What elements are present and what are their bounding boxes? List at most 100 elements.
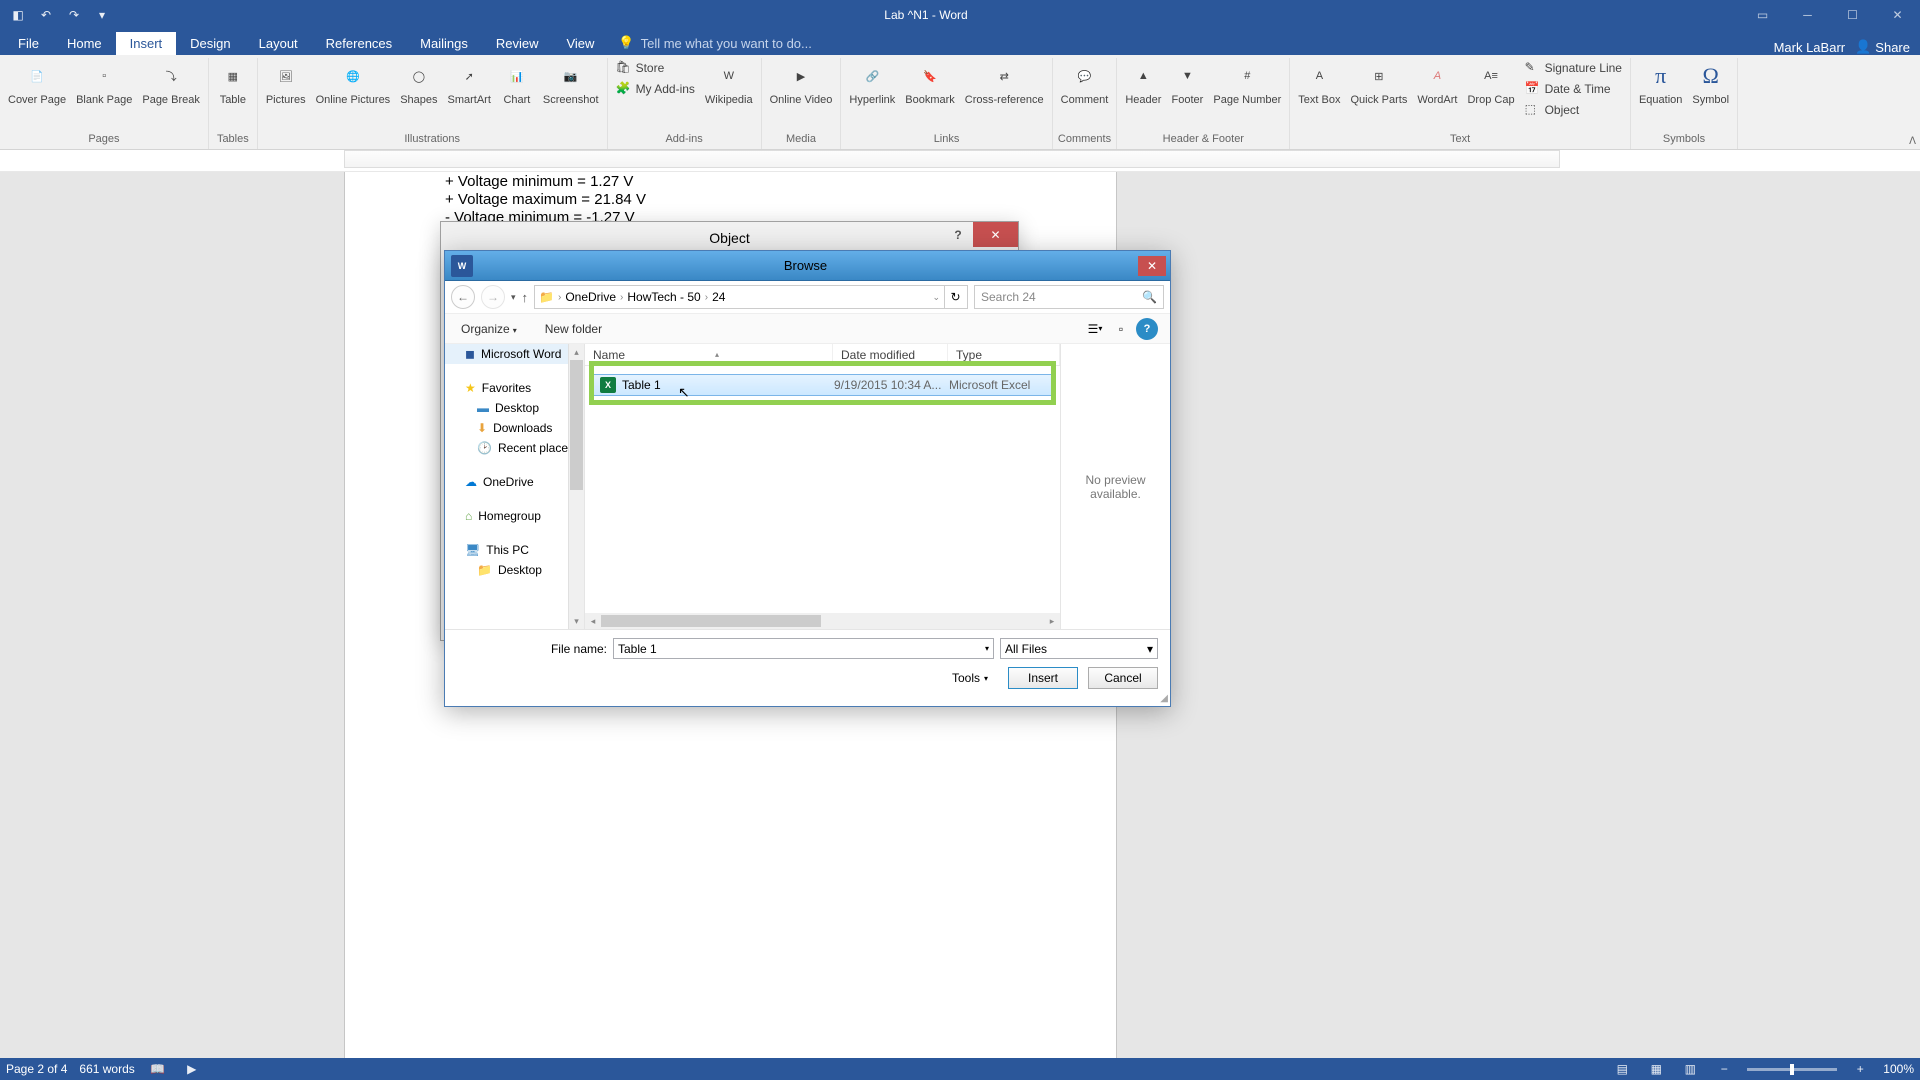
user-name[interactable]: Mark LaBarr: [1774, 40, 1846, 55]
file-list-hscroll[interactable]: ◂ ▸: [585, 613, 1060, 629]
file-row-table1[interactable]: XTable 1 9/19/2015 10:34 A... Microsoft …: [593, 374, 1052, 396]
nav-word[interactable]: ◼Microsoft Word: [445, 344, 584, 364]
my-addins-button[interactable]: 🧩My Add-ins: [612, 79, 699, 99]
close-window-button[interactable]: ✕: [1875, 0, 1920, 30]
nav-desktop[interactable]: ▬Desktop: [445, 398, 584, 418]
page-indicator[interactable]: Page 2 of 4: [6, 1062, 67, 1076]
smartart-button[interactable]: ➚SmartArt: [444, 58, 495, 109]
nav-downloads[interactable]: ⬇Downloads: [445, 418, 584, 438]
back-button[interactable]: ←: [451, 285, 475, 309]
nav-this-pc[interactable]: 🖥This PC: [445, 540, 584, 560]
print-layout-button[interactable]: ▦: [1645, 1060, 1667, 1078]
up-button[interactable]: ↑: [522, 290, 529, 305]
tell-me-input[interactable]: 💡 Tell me what you want to do...: [608, 31, 821, 55]
page-break-button[interactable]: ⤵Page Break: [138, 58, 203, 109]
nav-recent[interactable]: 🕑Recent places: [445, 438, 584, 458]
spell-check-icon[interactable]: 📖: [147, 1060, 169, 1078]
minimize-button[interactable]: ─: [1785, 0, 1830, 30]
tools-dropdown[interactable]: Tools▾: [952, 671, 988, 685]
web-layout-button[interactable]: ▥: [1679, 1060, 1701, 1078]
header-button[interactable]: ▲Header: [1121, 58, 1165, 109]
page-number-button[interactable]: #Page Number: [1209, 58, 1285, 109]
insert-button[interactable]: Insert: [1008, 667, 1078, 689]
bookmark-button[interactable]: 🔖Bookmark: [901, 58, 959, 109]
read-mode-button[interactable]: ▤: [1611, 1060, 1633, 1078]
tab-design[interactable]: Design: [176, 32, 244, 55]
tab-mailings[interactable]: Mailings: [406, 32, 482, 55]
breadcrumb-dropdown[interactable]: ⌄: [932, 292, 940, 303]
comment-button[interactable]: 💬Comment: [1057, 58, 1113, 109]
file-list-headers[interactable]: Name▴ Date modified Type: [585, 344, 1060, 366]
preview-pane-toggle[interactable]: ▫: [1110, 318, 1132, 340]
tab-layout[interactable]: Layout: [245, 32, 312, 55]
organize-button[interactable]: Organize▾: [457, 320, 521, 338]
redo-button[interactable]: ↷: [64, 5, 84, 25]
nav-scrollbar[interactable]: ▴ ▾: [568, 344, 584, 629]
ribbon-display-options[interactable]: ▭: [1740, 0, 1785, 30]
equation-button[interactable]: πEquation: [1635, 58, 1686, 109]
online-video-button[interactable]: ▶Online Video: [766, 58, 837, 109]
nav-desktop2[interactable]: 📁Desktop: [445, 560, 584, 580]
tab-insert[interactable]: Insert: [116, 32, 177, 55]
tab-file[interactable]: File: [4, 32, 53, 55]
chart-button[interactable]: 📊Chart: [497, 58, 537, 109]
shapes-button[interactable]: ◯Shapes: [396, 58, 441, 109]
wikipedia-button[interactable]: WWikipedia: [701, 58, 757, 109]
filename-input[interactable]: Table 1▾: [613, 638, 994, 659]
tab-home[interactable]: Home: [53, 32, 116, 55]
nav-onedrive[interactable]: ☁OneDrive: [445, 472, 584, 492]
date-time-button[interactable]: 📅Date & Time: [1521, 79, 1626, 99]
object-button[interactable]: ⬚Object: [1521, 100, 1626, 120]
screenshot-button[interactable]: 📷Screenshot: [539, 58, 603, 109]
object-dialog-close-button[interactable]: ✕: [973, 222, 1018, 247]
pictures-button[interactable]: 🖼Pictures: [262, 58, 310, 109]
table-button[interactable]: ▦Table: [213, 58, 253, 109]
file-filter-dropdown[interactable]: All Files▾: [1000, 638, 1158, 659]
nav-favorites[interactable]: ★Favorites: [445, 378, 584, 398]
drop-cap-button[interactable]: A≡Drop Cap: [1463, 58, 1518, 109]
store-button[interactable]: 🛍Store: [612, 58, 699, 78]
cross-reference-button[interactable]: ⇄Cross-reference: [961, 58, 1048, 109]
signature-line-button[interactable]: ✎Signature Line: [1521, 58, 1626, 78]
document-body[interactable]: + Voltage minimum = 1.27 V + Voltage max…: [445, 173, 1016, 227]
resize-grip[interactable]: ◢: [1160, 693, 1168, 704]
maximize-button[interactable]: ☐: [1830, 0, 1875, 30]
hyperlink-button[interactable]: 🔗Hyperlink: [845, 58, 899, 109]
breadcrumb[interactable]: 📁 › OneDrive › HowTech - 50 › 24 ⌄: [534, 285, 945, 309]
nav-homegroup[interactable]: ⌂Homegroup: [445, 506, 584, 526]
zoom-out-button[interactable]: −: [1713, 1060, 1735, 1078]
hscroll-thumb[interactable]: [601, 615, 821, 627]
tab-review[interactable]: Review: [482, 32, 553, 55]
tab-references[interactable]: References: [312, 32, 406, 55]
blank-page-button[interactable]: ▫Blank Page: [72, 58, 136, 109]
refresh-button[interactable]: ↻: [944, 285, 968, 309]
share-button[interactable]: 👤 Share: [1855, 39, 1910, 55]
zoom-level[interactable]: 100%: [1883, 1062, 1914, 1076]
search-input[interactable]: Search 24 🔍: [974, 285, 1164, 309]
customize-qa[interactable]: ▾: [92, 5, 112, 25]
view-options-button[interactable]: ☰ ▾: [1084, 318, 1106, 340]
online-pictures-button[interactable]: 🌐Online Pictures: [312, 58, 395, 109]
history-dropdown[interactable]: ▾: [511, 292, 516, 303]
macro-icon[interactable]: ▶: [181, 1060, 203, 1078]
undo-button[interactable]: ↶: [36, 5, 56, 25]
autosave-icon[interactable]: ◧: [8, 5, 28, 25]
quick-parts-button[interactable]: ⊞Quick Parts: [1346, 58, 1411, 109]
nav-scroll-thumb[interactable]: [570, 360, 583, 490]
browse-close-button[interactable]: ✕: [1138, 256, 1166, 276]
help-button[interactable]: ?: [1136, 318, 1158, 340]
zoom-slider[interactable]: [1747, 1068, 1837, 1071]
object-dialog-help-button[interactable]: ?: [943, 222, 973, 247]
zoom-in-button[interactable]: +: [1849, 1060, 1871, 1078]
new-folder-button[interactable]: New folder: [541, 320, 606, 338]
tab-view[interactable]: View: [552, 32, 608, 55]
footer-button[interactable]: ▼Footer: [1167, 58, 1207, 109]
collapse-ribbon-button[interactable]: ᐱ: [1909, 136, 1916, 147]
forward-button[interactable]: →: [481, 285, 505, 309]
symbol-button[interactable]: ΩSymbol: [1688, 58, 1733, 109]
word-count[interactable]: 661 words: [79, 1062, 134, 1076]
cover-page-button[interactable]: 📄Cover Page: [4, 58, 70, 109]
text-box-button[interactable]: AText Box: [1294, 58, 1344, 109]
wordart-button[interactable]: AWordArt: [1413, 58, 1461, 109]
cancel-button[interactable]: Cancel: [1088, 667, 1158, 689]
